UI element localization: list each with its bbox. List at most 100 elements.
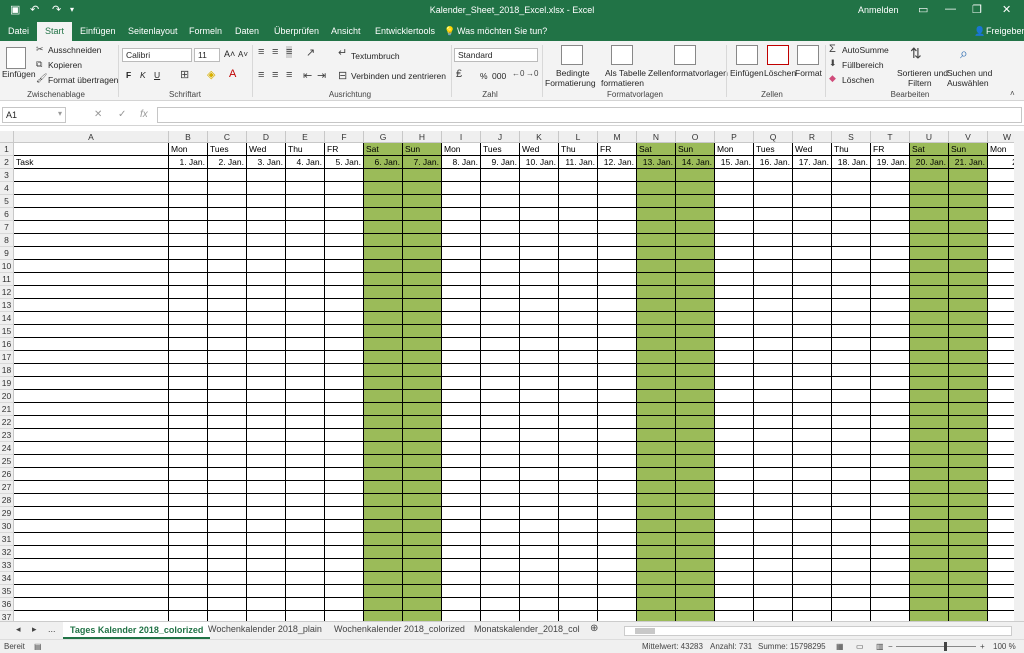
paste-icon[interactable] <box>6 47 26 69</box>
cell[interactable] <box>325 390 364 403</box>
cell[interactable] <box>910 611 949 621</box>
cell[interactable] <box>442 351 481 364</box>
fill-button[interactable]: Füllbereich <box>842 60 884 70</box>
cell[interactable] <box>949 390 988 403</box>
cell[interactable] <box>715 455 754 468</box>
cell[interactable] <box>442 507 481 520</box>
cell[interactable] <box>364 260 403 273</box>
cell[interactable] <box>559 234 598 247</box>
cell[interactable] <box>949 429 988 442</box>
cell[interactable]: Sat <box>364 143 403 156</box>
cell[interactable] <box>949 312 988 325</box>
cell[interactable] <box>481 312 520 325</box>
cell[interactable] <box>520 338 559 351</box>
cell[interactable] <box>793 182 832 195</box>
cell[interactable]: Mon <box>715 143 754 156</box>
cell[interactable] <box>754 260 793 273</box>
find-select-button[interactable]: Suchen und <box>947 68 992 78</box>
cell[interactable] <box>520 572 559 585</box>
cell[interactable] <box>403 520 442 533</box>
cell[interactable] <box>481 260 520 273</box>
cell[interactable] <box>949 546 988 559</box>
cell[interactable] <box>286 429 325 442</box>
cell[interactable] <box>520 403 559 416</box>
italic-button[interactable]: K <box>140 70 146 80</box>
tab-formeln[interactable]: Formeln <box>189 26 222 36</box>
cell[interactable] <box>676 533 715 546</box>
cell[interactable] <box>988 390 1014 403</box>
cell[interactable] <box>364 585 403 598</box>
cell[interactable] <box>793 611 832 621</box>
cell[interactable] <box>559 351 598 364</box>
cell[interactable] <box>988 494 1014 507</box>
cell[interactable] <box>208 390 247 403</box>
cell[interactable] <box>14 559 169 572</box>
cell[interactable] <box>676 195 715 208</box>
cell[interactable] <box>559 429 598 442</box>
cell[interactable] <box>715 559 754 572</box>
cell[interactable] <box>247 247 286 260</box>
cell[interactable] <box>949 585 988 598</box>
row-header[interactable]: 12 <box>0 286 14 299</box>
cell[interactable] <box>286 507 325 520</box>
autosum-button[interactable]: AutoSumme <box>842 45 889 55</box>
cell[interactable] <box>832 195 871 208</box>
row-header[interactable]: 27 <box>0 481 14 494</box>
cell[interactable] <box>520 481 559 494</box>
font-color-icon[interactable]: A <box>229 68 236 80</box>
cell[interactable] <box>208 208 247 221</box>
cell[interactable] <box>364 559 403 572</box>
cell[interactable] <box>910 559 949 572</box>
cell[interactable] <box>481 169 520 182</box>
sheet-tab[interactable]: Monatskalender_2018_col <box>474 624 580 634</box>
cell[interactable] <box>910 455 949 468</box>
cell[interactable] <box>520 442 559 455</box>
cell[interactable] <box>793 234 832 247</box>
cell[interactable] <box>637 247 676 260</box>
cell[interactable] <box>832 442 871 455</box>
cell[interactable] <box>247 169 286 182</box>
cell[interactable] <box>637 273 676 286</box>
column-header[interactable]: N <box>637 131 676 143</box>
cell[interactable] <box>676 325 715 338</box>
cell[interactable] <box>403 442 442 455</box>
cell[interactable] <box>403 533 442 546</box>
cell[interactable] <box>169 585 208 598</box>
cell[interactable] <box>481 533 520 546</box>
cell[interactable]: 5. Jan. <box>325 156 364 169</box>
cell[interactable] <box>754 390 793 403</box>
cell[interactable] <box>910 403 949 416</box>
cell[interactable] <box>793 533 832 546</box>
cell[interactable] <box>832 299 871 312</box>
cell[interactable] <box>871 234 910 247</box>
cell[interactable] <box>14 338 169 351</box>
cell[interactable] <box>520 351 559 364</box>
cell[interactable] <box>247 468 286 481</box>
cell[interactable] <box>871 559 910 572</box>
cell[interactable] <box>871 494 910 507</box>
cell[interactable] <box>481 299 520 312</box>
tab-entwicklertools[interactable]: Entwicklertools <box>375 26 435 36</box>
cell[interactable]: 4. Jan. <box>286 156 325 169</box>
row-header[interactable]: 13 <box>0 299 14 312</box>
cell[interactable] <box>286 325 325 338</box>
column-header[interactable]: M <box>598 131 637 143</box>
cell[interactable] <box>364 481 403 494</box>
zoom-slider[interactable] <box>896 646 976 647</box>
cell[interactable] <box>676 221 715 234</box>
row-header[interactable]: 25 <box>0 455 14 468</box>
cell[interactable] <box>208 299 247 312</box>
cell[interactable] <box>793 286 832 299</box>
cell[interactable]: Wed <box>520 143 559 156</box>
cell[interactable] <box>754 169 793 182</box>
cell[interactable] <box>988 559 1014 572</box>
cell[interactable] <box>559 286 598 299</box>
cell[interactable] <box>715 182 754 195</box>
row-header[interactable]: 24 <box>0 442 14 455</box>
cell[interactable] <box>14 390 169 403</box>
cell[interactable] <box>169 507 208 520</box>
row-header[interactable]: 28 <box>0 494 14 507</box>
column-header[interactable]: S <box>832 131 871 143</box>
cell[interactable] <box>559 416 598 429</box>
close-icon[interactable]: ✕ <box>1002 3 1011 16</box>
